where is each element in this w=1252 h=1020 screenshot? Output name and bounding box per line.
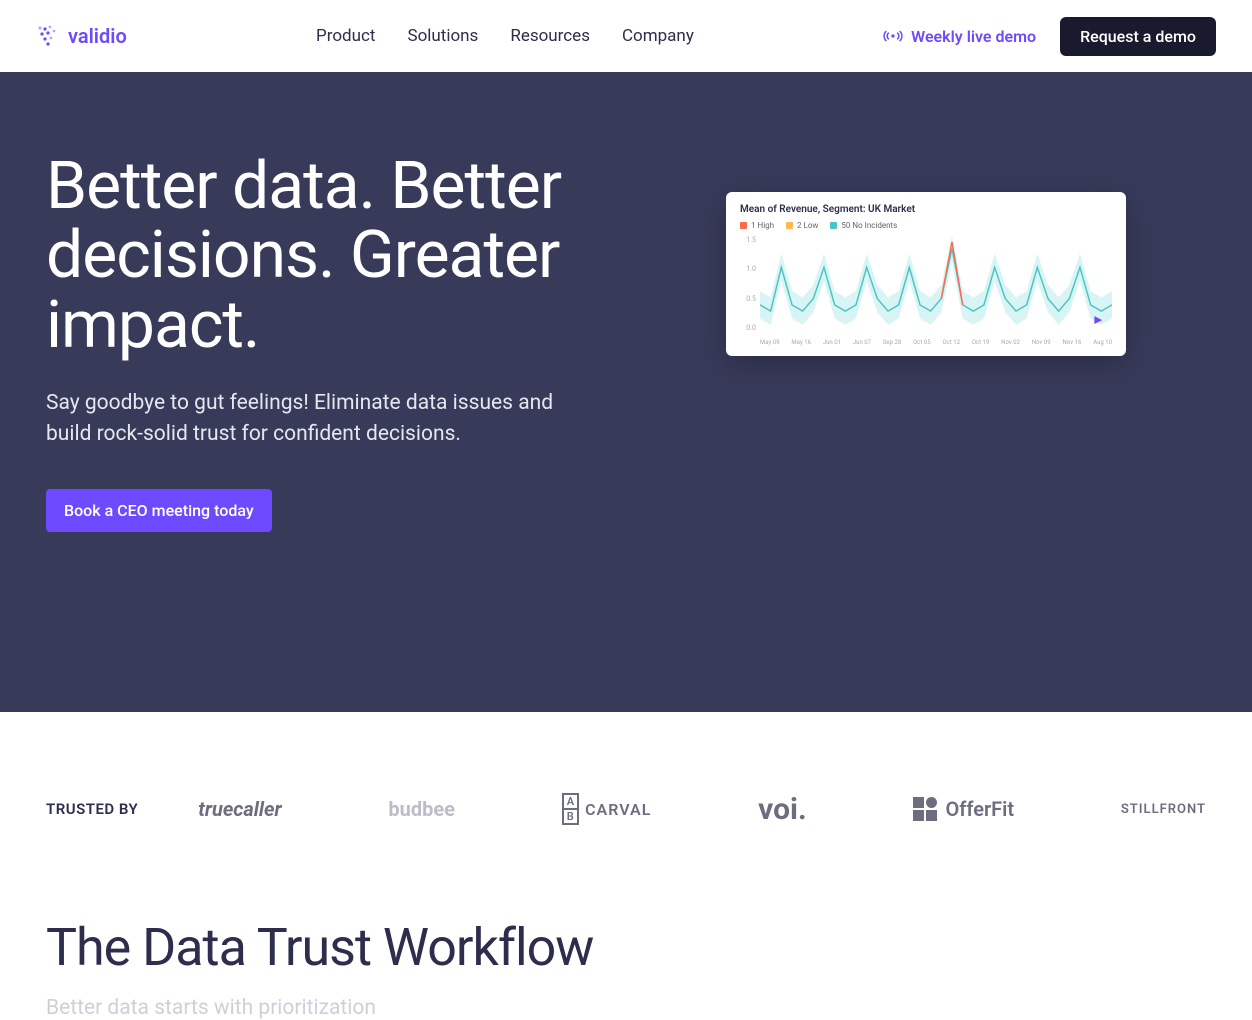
chart-legend: 1 High 2 Low 50 No Incidents bbox=[740, 221, 1112, 230]
broadcast-icon bbox=[883, 29, 903, 43]
client-logo-carval: AB CARVAL bbox=[562, 793, 652, 825]
workflow-sub: Better data starts with prioritization bbox=[46, 996, 1206, 1020]
hero-headline: Better data. Better decisions. Greater i… bbox=[46, 152, 606, 360]
y-tick: 1.5 bbox=[740, 236, 756, 244]
request-demo-button[interactable]: Request a demo bbox=[1060, 17, 1216, 56]
x-tick: Jun 01 bbox=[823, 339, 841, 346]
hero-section: Better data. Better decisions. Greater i… bbox=[0, 72, 1252, 712]
workflow-heading: The Data Trust Workflow bbox=[46, 917, 1206, 978]
x-tick: May 09 bbox=[760, 339, 780, 346]
offerfit-text: OfferFit bbox=[945, 797, 1014, 821]
client-logo-voi: voi. bbox=[758, 792, 807, 827]
x-tick: Oct 19 bbox=[972, 339, 989, 346]
nav-link-company[interactable]: Company bbox=[622, 26, 694, 46]
navbar: validio Product Solutions Resources Comp… bbox=[0, 0, 1252, 72]
client-logo-budbee: budbee bbox=[388, 797, 455, 821]
nav-links: Product Solutions Resources Company bbox=[316, 26, 694, 46]
legend-low-label: 2 Low bbox=[797, 221, 818, 230]
legend-low: 2 Low bbox=[786, 221, 818, 230]
y-tick: 1.0 bbox=[740, 265, 756, 273]
ab-box-icon: AB bbox=[562, 793, 579, 825]
legend-none-label: 50 No Incidents bbox=[841, 221, 897, 230]
nav-link-resources[interactable]: Resources bbox=[510, 26, 590, 46]
trusted-by-label: TRUSTED BY bbox=[46, 800, 138, 818]
legend-high: 1 High bbox=[740, 221, 774, 230]
weekly-live-demo-link[interactable]: Weekly live demo bbox=[883, 27, 1036, 46]
carval-text: CARVAL bbox=[585, 800, 651, 819]
nav-right: Weekly live demo Request a demo bbox=[883, 17, 1216, 56]
y-tick: 0.0 bbox=[740, 324, 756, 332]
book-ceo-meeting-button[interactable]: Book a CEO meeting today bbox=[46, 489, 272, 532]
brand-logo[interactable]: validio bbox=[36, 24, 127, 48]
x-axis-ticks: May 09 May 16 Jun 01 Jun 07 Sep 28 Oct 0… bbox=[760, 339, 1112, 346]
hero-visual: Mean of Revenue, Segment: UK Market 1 Hi… bbox=[646, 152, 1206, 356]
x-tick: May 16 bbox=[791, 339, 811, 346]
legend-high-label: 1 High bbox=[751, 221, 774, 230]
legend-none: 50 No Incidents bbox=[830, 221, 897, 230]
nav-left: validio bbox=[36, 24, 127, 48]
y-tick: 0.5 bbox=[740, 295, 756, 303]
x-tick: Nov 02 bbox=[1001, 339, 1020, 346]
chart-plot: 1.5 1.0 0.5 0.0 May 09 May 16 Jun 01 Jun… bbox=[740, 236, 1112, 346]
chart-title: Mean of Revenue, Segment: UK Market bbox=[740, 204, 1112, 215]
trusted-by-section: TRUSTED BY truecaller budbee AB CARVAL v… bbox=[0, 712, 1252, 867]
stillfront-text: STILLFRONT bbox=[1121, 802, 1206, 817]
swatch-none-icon bbox=[830, 222, 837, 229]
x-tick: Jun 07 bbox=[853, 339, 871, 346]
live-demo-label: Weekly live demo bbox=[911, 27, 1036, 46]
x-tick: Oct 05 bbox=[913, 339, 930, 346]
swatch-low-icon bbox=[786, 222, 793, 229]
hero-subheadline: Say goodbye to gut feelings! Eliminate d… bbox=[46, 388, 576, 451]
revenue-chart-card: Mean of Revenue, Segment: UK Market 1 Hi… bbox=[726, 192, 1126, 356]
y-axis-ticks: 1.5 1.0 0.5 0.0 bbox=[740, 236, 756, 332]
x-tick: Nov 16 bbox=[1063, 339, 1082, 346]
client-logo-truecaller: truecaller bbox=[198, 797, 281, 821]
brand-name: validio bbox=[68, 24, 127, 48]
client-logo-stillfront: STILLFRONT bbox=[1121, 802, 1206, 817]
x-tick: Nov 09 bbox=[1032, 339, 1051, 346]
x-tick: Sep 28 bbox=[883, 339, 901, 346]
workflow-section: The Data Trust Workflow Better data star… bbox=[0, 867, 1252, 1020]
x-tick: Oct 12 bbox=[942, 339, 959, 346]
client-logos: truecaller budbee AB CARVAL voi. OfferFi… bbox=[198, 792, 1206, 827]
validio-mark-icon bbox=[36, 24, 60, 48]
hero-copy: Better data. Better decisions. Greater i… bbox=[46, 152, 606, 532]
client-logo-offerfit: OfferFit bbox=[913, 797, 1014, 821]
nav-link-product[interactable]: Product bbox=[316, 26, 375, 46]
offerfit-shapes-icon bbox=[913, 797, 939, 821]
swatch-high-icon bbox=[740, 222, 747, 229]
nav-link-solutions[interactable]: Solutions bbox=[407, 26, 478, 46]
x-tick: Aug 10 bbox=[1093, 339, 1112, 346]
chart-svg bbox=[760, 236, 1112, 330]
